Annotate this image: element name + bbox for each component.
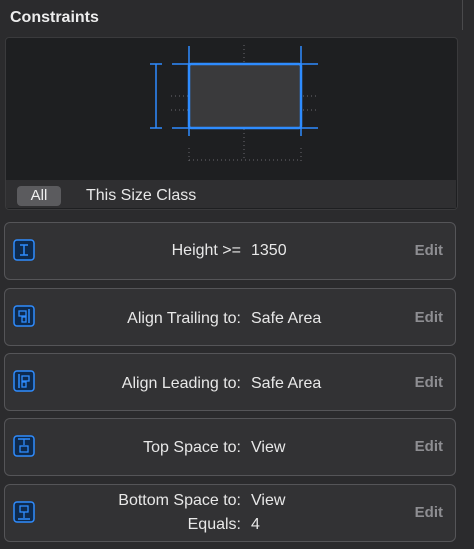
constraint-value: 1350 — [251, 242, 287, 259]
constraint-name: Height >= — [171, 242, 241, 259]
constraint-constant-value: 4 — [251, 516, 260, 533]
divider — [462, 0, 463, 30]
view-box — [187, 62, 303, 130]
edit-button[interactable]: Edit — [415, 309, 443, 326]
bottom-space-icon — [13, 501, 35, 523]
top-space-icon — [13, 435, 35, 457]
constraint-row-bottom-space[interactable]: Bottom Space to: View Equals: 4 Edit — [4, 484, 456, 542]
constraint-value: Safe Area — [251, 375, 322, 392]
this-size-class-toggle[interactable]: This Size Class — [86, 187, 196, 205]
constraint-row-top-space[interactable]: Top Space to: View Edit — [4, 418, 456, 476]
constraint-value: Safe Area — [251, 310, 322, 327]
edit-button[interactable]: Edit — [415, 504, 443, 521]
size-class-bar: All This Size Class — [6, 180, 456, 208]
edit-button[interactable]: Edit — [415, 374, 443, 391]
constraint-value: View — [251, 492, 286, 509]
constraint-row-align-leading[interactable]: Align Leading to: Safe Area Edit — [4, 353, 456, 411]
constraint-value: View — [251, 439, 286, 456]
all-toggle[interactable]: All — [17, 186, 61, 206]
height-constraint-icon — [13, 239, 35, 261]
constraint-name: Align Leading to: — [121, 375, 241, 392]
constraint-name: Top Space to: — [143, 439, 241, 456]
constraint-row-align-trailing[interactable]: Align Trailing to: Safe Area Edit — [4, 288, 456, 346]
constraint-name: Bottom Space to: — [118, 492, 241, 509]
panel-title: Constraints — [10, 9, 99, 26]
edit-button[interactable]: Edit — [415, 438, 443, 455]
edit-button[interactable]: Edit — [415, 242, 443, 259]
constraint-preview: All This Size Class — [5, 37, 458, 210]
align-leading-icon — [13, 370, 35, 392]
align-trailing-icon — [13, 305, 35, 327]
constraint-name: Align Trailing to: — [127, 310, 241, 327]
constraint-multiplier-label: Equals: — [187, 516, 241, 533]
constraint-row-height[interactable]: Height >= 1350 Edit — [4, 222, 456, 280]
